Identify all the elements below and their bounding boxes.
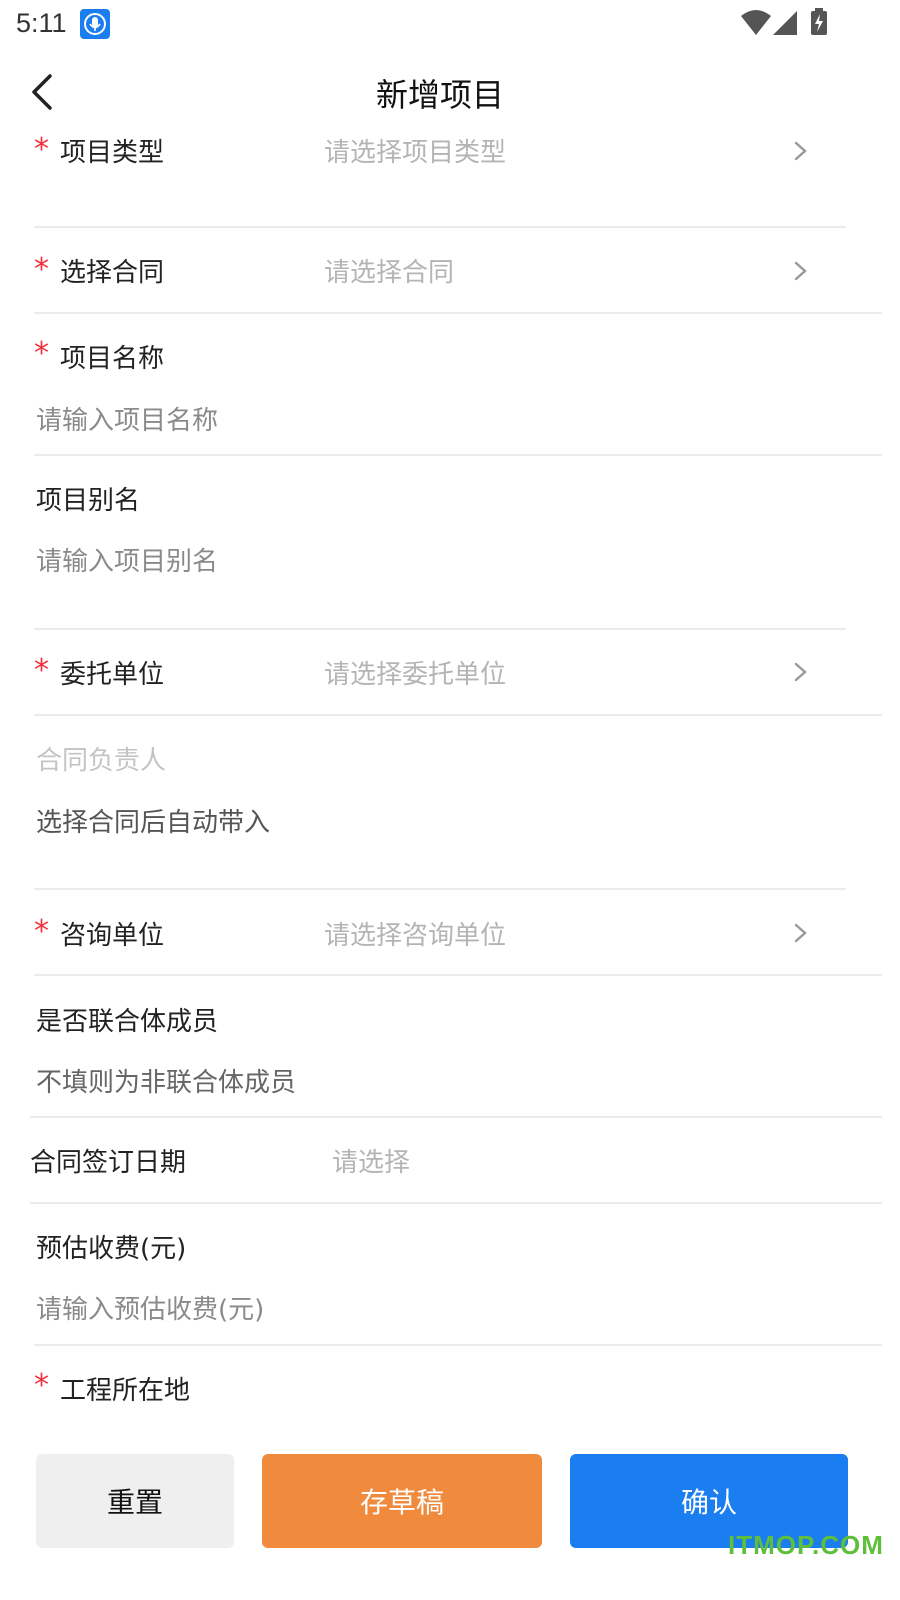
sign-date-label: 合同签订日期: [30, 1148, 187, 1178]
contract-select[interactable]: 请选择合同: [324, 252, 454, 289]
save-draft-button[interactable]: 存草稿: [262, 1454, 542, 1548]
divider: [34, 454, 882, 456]
chevron-right-icon: [794, 923, 807, 943]
page-title: 新增项目: [375, 76, 504, 114]
chevron-right-icon: [794, 662, 807, 682]
consult-unit-label: 咨询单位: [60, 921, 165, 951]
project-type-label: 项目类型: [60, 138, 165, 168]
required-mark: *: [34, 252, 49, 287]
reset-button[interactable]: 重置: [36, 1454, 234, 1548]
divider: [34, 714, 882, 716]
project-type-select[interactable]: 请选择项目类型: [324, 132, 506, 169]
project-name-input[interactable]: 请输入项目名称: [36, 400, 218, 437]
location-label: 工程所在地: [60, 1376, 191, 1406]
required-mark: *: [34, 132, 49, 167]
required-mark: *: [34, 653, 49, 688]
client-unit-select[interactable]: 请选择委托单位: [324, 654, 506, 691]
estimated-fee-label: 预估收费(元): [36, 1234, 187, 1264]
contract-label: 选择合同: [60, 258, 165, 288]
chevron-right-icon: [794, 261, 807, 281]
divider: [30, 1116, 882, 1118]
project-alias-label: 项目别名: [36, 486, 141, 516]
divider: [34, 312, 882, 314]
app-header: 新增项目: [0, 48, 900, 132]
required-mark: *: [34, 336, 49, 371]
divider: [34, 226, 846, 228]
microphone-icon: [80, 9, 110, 39]
contract-owner-value: 选择合同后自动带入: [36, 808, 271, 838]
required-mark: *: [34, 914, 49, 949]
divider: [34, 628, 846, 630]
project-name-label: 项目名称: [60, 344, 165, 374]
signal-icon: [772, 10, 798, 40]
contract-owner-label: 合同负责人: [36, 746, 167, 776]
project-alias-input[interactable]: 请输入项目别名: [36, 541, 218, 578]
divider: [34, 888, 846, 890]
wifi-icon: [740, 10, 772, 40]
consortium-input[interactable]: 不填则为非联合体成员: [36, 1062, 296, 1099]
chevron-right-icon: [794, 141, 807, 161]
status-time: 5:11: [16, 8, 67, 38]
watermark: ITMOP.COM: [728, 1530, 884, 1560]
divider: [30, 1202, 882, 1204]
divider: [34, 974, 882, 976]
status-bar: 5:11: [0, 0, 900, 48]
consult-unit-select[interactable]: 请选择咨询单位: [324, 915, 506, 952]
client-unit-label: 委托单位: [60, 660, 165, 690]
consortium-label: 是否联合体成员: [36, 1007, 219, 1037]
divider: [34, 1344, 882, 1346]
battery-charging-icon: [810, 8, 828, 40]
required-mark: *: [34, 1368, 49, 1403]
sign-date-picker[interactable]: 请选择: [332, 1142, 410, 1179]
estimated-fee-input[interactable]: 请输入预估收费(元): [36, 1289, 264, 1326]
